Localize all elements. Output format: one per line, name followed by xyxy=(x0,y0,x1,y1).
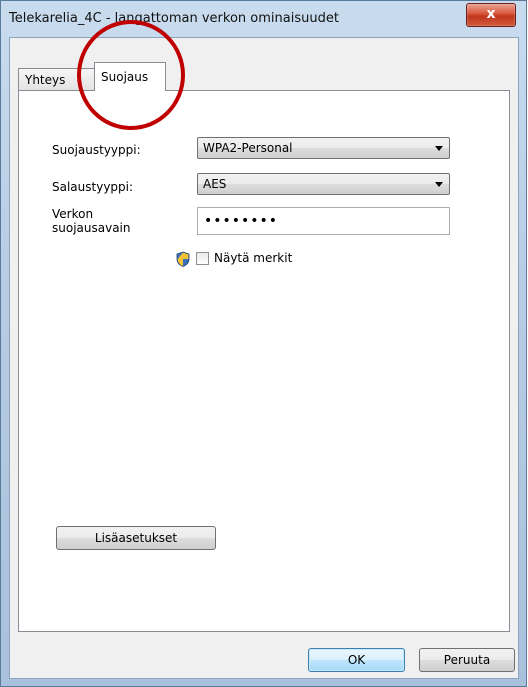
security-type-value: WPA2-Personal xyxy=(203,141,293,155)
shield-icon xyxy=(176,251,190,267)
title-bar[interactable]: Telekarelia_4C - langattoman verkon omin… xyxy=(1,1,526,37)
security-type-label: Suojaustyyppi: xyxy=(52,143,141,157)
network-key-label-line2: suojausavain xyxy=(52,221,131,235)
tab-label: Yhteys xyxy=(25,73,66,87)
encryption-type-value: AES xyxy=(203,177,227,191)
security-type-dropdown[interactable]: WPA2-Personal xyxy=(197,137,450,159)
tab-page-security: Suojaustyyppi: WPA2-Personal Salaustyypp… xyxy=(18,90,510,632)
ok-button[interactable]: OK xyxy=(308,648,405,672)
advanced-settings-button[interactable]: Lisäasetukset xyxy=(56,526,216,550)
close-icon: x xyxy=(486,6,496,22)
properties-window: Telekarelia_4C - langattoman verkon omin… xyxy=(0,0,527,687)
network-key-input[interactable]: •••••••• xyxy=(197,207,450,235)
close-button[interactable]: x xyxy=(466,3,516,27)
tab-suojaus[interactable]: Suojaus xyxy=(94,62,166,91)
encryption-type-dropdown[interactable]: AES xyxy=(197,173,450,195)
window-title: Telekarelia_4C - langattoman verkon omin… xyxy=(9,11,339,26)
show-characters-checkbox[interactable] xyxy=(196,252,209,265)
network-key-value: •••••••• xyxy=(204,213,279,229)
chevron-down-icon xyxy=(435,182,443,187)
show-characters-label: Näytä merkit xyxy=(214,251,293,265)
dialog-client-area: Yhteys Suojaus Suojaustyyppi: WPA2-Perso… xyxy=(9,37,519,679)
chevron-down-icon xyxy=(435,146,443,151)
cancel-button[interactable]: Peruuta xyxy=(419,648,515,672)
encryption-type-label: Salaustyyppi: xyxy=(52,180,134,194)
network-key-label-line1: Verkon xyxy=(52,207,94,221)
tab-label: Suojaus xyxy=(101,70,149,84)
tab-yhteys[interactable]: Yhteys xyxy=(18,68,98,90)
